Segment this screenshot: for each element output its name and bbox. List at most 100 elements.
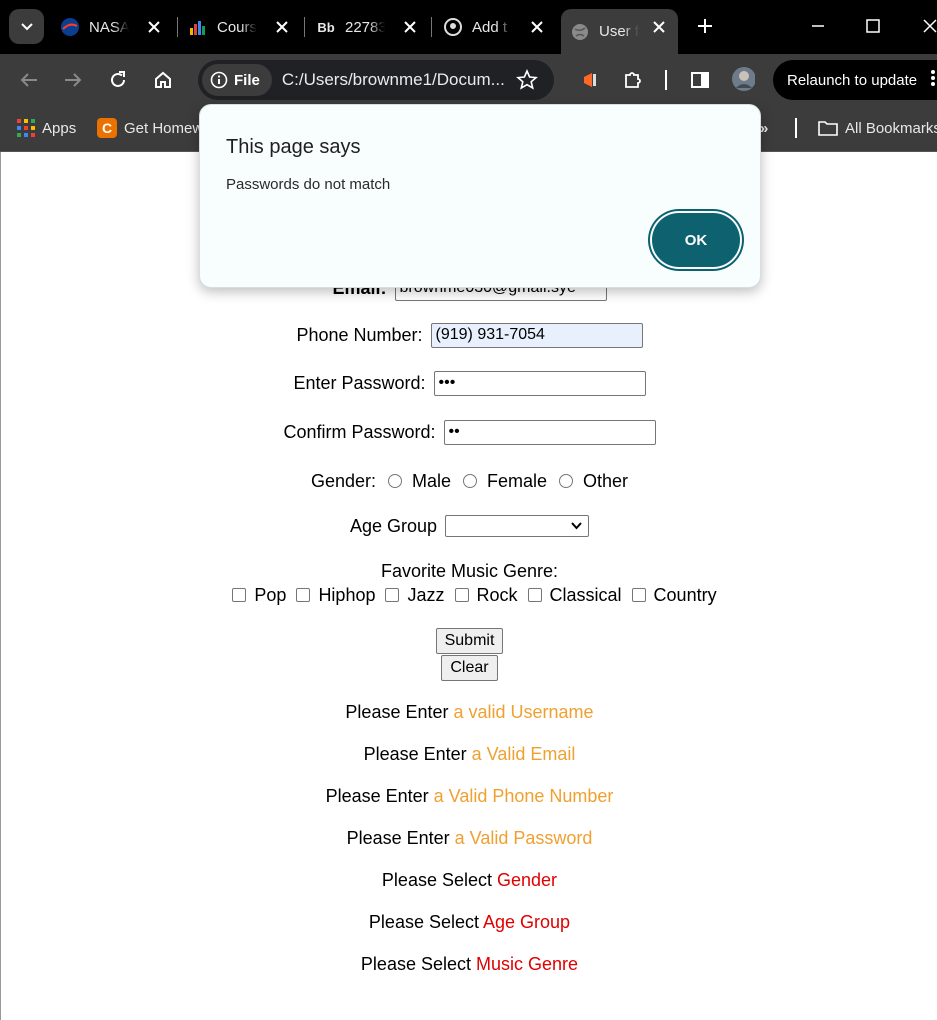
reload-button[interactable]: [106, 68, 130, 92]
tab-search-button[interactable]: [9, 9, 44, 44]
genre-classical-checkbox[interactable]: [527, 588, 542, 602]
tab-github[interactable]: Add t: [444, 9, 556, 45]
submit-row: Submit: [1, 628, 937, 654]
file-label: File: [234, 71, 260, 89]
tab-nasa[interactable]: NASA: [61, 9, 173, 45]
puzzle-piece-icon: [625, 72, 641, 88]
message-prefix: Please Select: [381, 870, 492, 890]
tab-user-form-active[interactable]: User f: [561, 9, 678, 54]
tab-courses[interactable]: Cours: [189, 9, 301, 45]
gender-other-radio[interactable]: [559, 474, 574, 488]
extension-colorful-icon: [584, 73, 596, 87]
confirm-password-field[interactable]: [443, 419, 656, 445]
phone-label: Phone Number:: [296, 324, 423, 345]
age-group-select[interactable]: [445, 515, 590, 537]
home-button[interactable]: [151, 68, 175, 92]
genre-option-label: Jazz: [407, 584, 445, 605]
message-prefix: Please Enter: [346, 828, 450, 848]
site-info-chip[interactable]: File: [202, 64, 272, 96]
extensions-menu-button[interactable]: [621, 68, 645, 92]
browser-toolbar: File C:/Users/brownme1/Docum... Relaunch…: [0, 54, 937, 106]
tab-separator: [431, 17, 432, 37]
tab-title: 22783: [345, 18, 385, 36]
alert-dialog: This page says Passwords do not match OK: [199, 104, 761, 288]
message-prefix: Please Enter: [345, 702, 449, 722]
gender-option-label: Male: [411, 470, 451, 491]
clear-button[interactable]: Clear: [441, 655, 498, 681]
minimize-button[interactable]: [806, 14, 830, 38]
phone-field[interactable]: [430, 322, 643, 348]
message-prefix: Please Select: [368, 912, 479, 932]
chevron-down-icon: [20, 22, 33, 30]
genre-option-label: Country: [653, 584, 717, 605]
bookmark-apps[interactable]: Apps: [17, 116, 76, 140]
gender-row: Gender: Male Female Other: [1, 468, 937, 494]
dialog-title: This page says: [226, 136, 361, 158]
close-icon[interactable]: [650, 18, 668, 36]
close-icon[interactable]: [528, 18, 546, 36]
home-icon: [155, 71, 171, 88]
avatar-icon: [732, 67, 755, 91]
tab-strip: NASA Cours Bb 22783 Add t User f: [0, 0, 937, 54]
age-group-label: Age Group: [349, 515, 438, 536]
submit-button[interactable]: Submit: [435, 628, 504, 654]
genre-option-label: Hiphop: [318, 584, 376, 605]
bookmark-label: All Bookmarks: [845, 119, 937, 137]
password-field[interactable]: [433, 370, 646, 396]
blackboard-icon: Bb: [317, 19, 335, 35]
gender-option-label: Female: [487, 470, 548, 491]
back-button[interactable]: [17, 68, 41, 92]
gender-female-radio[interactable]: [463, 474, 477, 488]
new-tab-button[interactable]: [693, 14, 717, 38]
message-highlight: a Valid Phone Number: [433, 786, 614, 806]
close-icon: [923, 19, 937, 33]
tab-blackboard[interactable]: Bb 22783: [317, 9, 429, 45]
genre-pop-checkbox[interactable]: [232, 588, 247, 602]
message-highlight: a Valid Email: [471, 744, 576, 764]
side-panel-button[interactable]: [688, 68, 712, 92]
profile-avatar[interactable]: [731, 67, 755, 91]
close-icon[interactable]: [401, 18, 419, 36]
relaunch-label: Relaunch to update: [787, 71, 918, 89]
bookmark-all-bookmarks[interactable]: All Bookmarks: [818, 116, 937, 140]
forward-button[interactable]: [61, 68, 85, 92]
svg-text:C: C: [102, 120, 112, 136]
maximize-button[interactable]: [861, 14, 885, 38]
close-icon[interactable]: [145, 18, 163, 36]
genre-error-message: Please Select Music Genre: [1, 954, 937, 975]
plus-icon: [698, 19, 712, 33]
side-panel-icon: [691, 72, 709, 88]
tab-title: NASA: [89, 18, 129, 36]
genre-jazz-checkbox[interactable]: [385, 588, 400, 602]
genre-hiphop-checkbox[interactable]: [296, 588, 311, 602]
tab-title: Add t: [472, 18, 508, 36]
tab-separator: [177, 17, 178, 37]
message-highlight: Music Genre: [476, 954, 579, 974]
genre-option-label: Rock: [476, 584, 518, 605]
extension-button[interactable]: [578, 68, 602, 92]
toolbar-divider: [665, 70, 667, 90]
close-icon[interactable]: [273, 18, 291, 36]
close-window-button[interactable]: [918, 14, 937, 38]
reload-icon: [111, 71, 125, 87]
password-row: Enter Password:: [1, 370, 937, 396]
bookmark-get-homework[interactable]: C Get Homew: [97, 116, 199, 140]
bookmarks-overflow-button[interactable]: »: [760, 116, 768, 140]
address-bar[interactable]: File C:/Users/brownme1/Docum...: [198, 60, 554, 100]
message-highlight: a Valid Password: [454, 828, 593, 848]
dialog-message: Passwords do not match: [226, 176, 391, 193]
ok-button[interactable]: OK: [652, 213, 740, 267]
relaunch-update-button[interactable]: Relaunch to update: [773, 60, 937, 100]
genre-option-label: Pop: [254, 584, 287, 605]
bookmark-star-icon[interactable]: [516, 68, 538, 96]
gender-male-radio[interactable]: [387, 474, 402, 488]
genre-country-checkbox[interactable]: [631, 588, 646, 602]
message-prefix: Please Select: [360, 954, 471, 974]
phone-error-message: Please Enter a Valid Phone Number: [1, 786, 937, 807]
password-label: Enter Password:: [293, 372, 426, 393]
bar-chart-icon: [189, 18, 207, 36]
url-text[interactable]: C:/Users/brownme1/Docum...: [282, 70, 514, 90]
genre-rock-checkbox[interactable]: [454, 588, 469, 602]
message-highlight: a valid Username: [453, 702, 594, 722]
bookmark-label: Apps: [42, 119, 77, 137]
